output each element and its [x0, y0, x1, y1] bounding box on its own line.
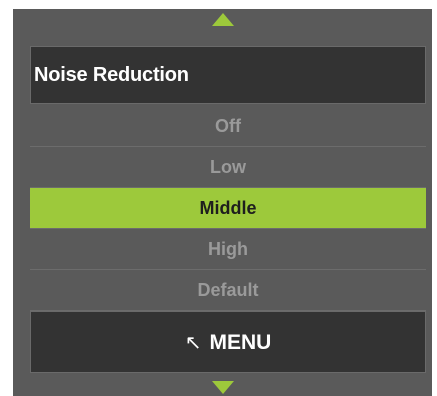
menu-label: MENU [209, 331, 272, 354]
menu-button[interactable]: ↖ MENU [30, 311, 426, 373]
scroll-down-icon[interactable] [211, 381, 234, 394]
option-low[interactable]: Low [30, 147, 426, 188]
option-high[interactable]: High [30, 229, 426, 270]
dialog-title: Noise Reduction [30, 46, 426, 104]
noise-reduction-panel: Noise Reduction Off Low Middle High Defa… [13, 9, 432, 396]
option-middle[interactable]: Middle [30, 188, 426, 229]
option-off[interactable]: Off [30, 106, 426, 147]
back-arrow-icon: ↖ [184, 330, 202, 354]
option-default[interactable]: Default [30, 270, 426, 311]
option-list: Off Low Middle High Default [30, 106, 426, 311]
scroll-up-icon[interactable] [211, 13, 234, 26]
